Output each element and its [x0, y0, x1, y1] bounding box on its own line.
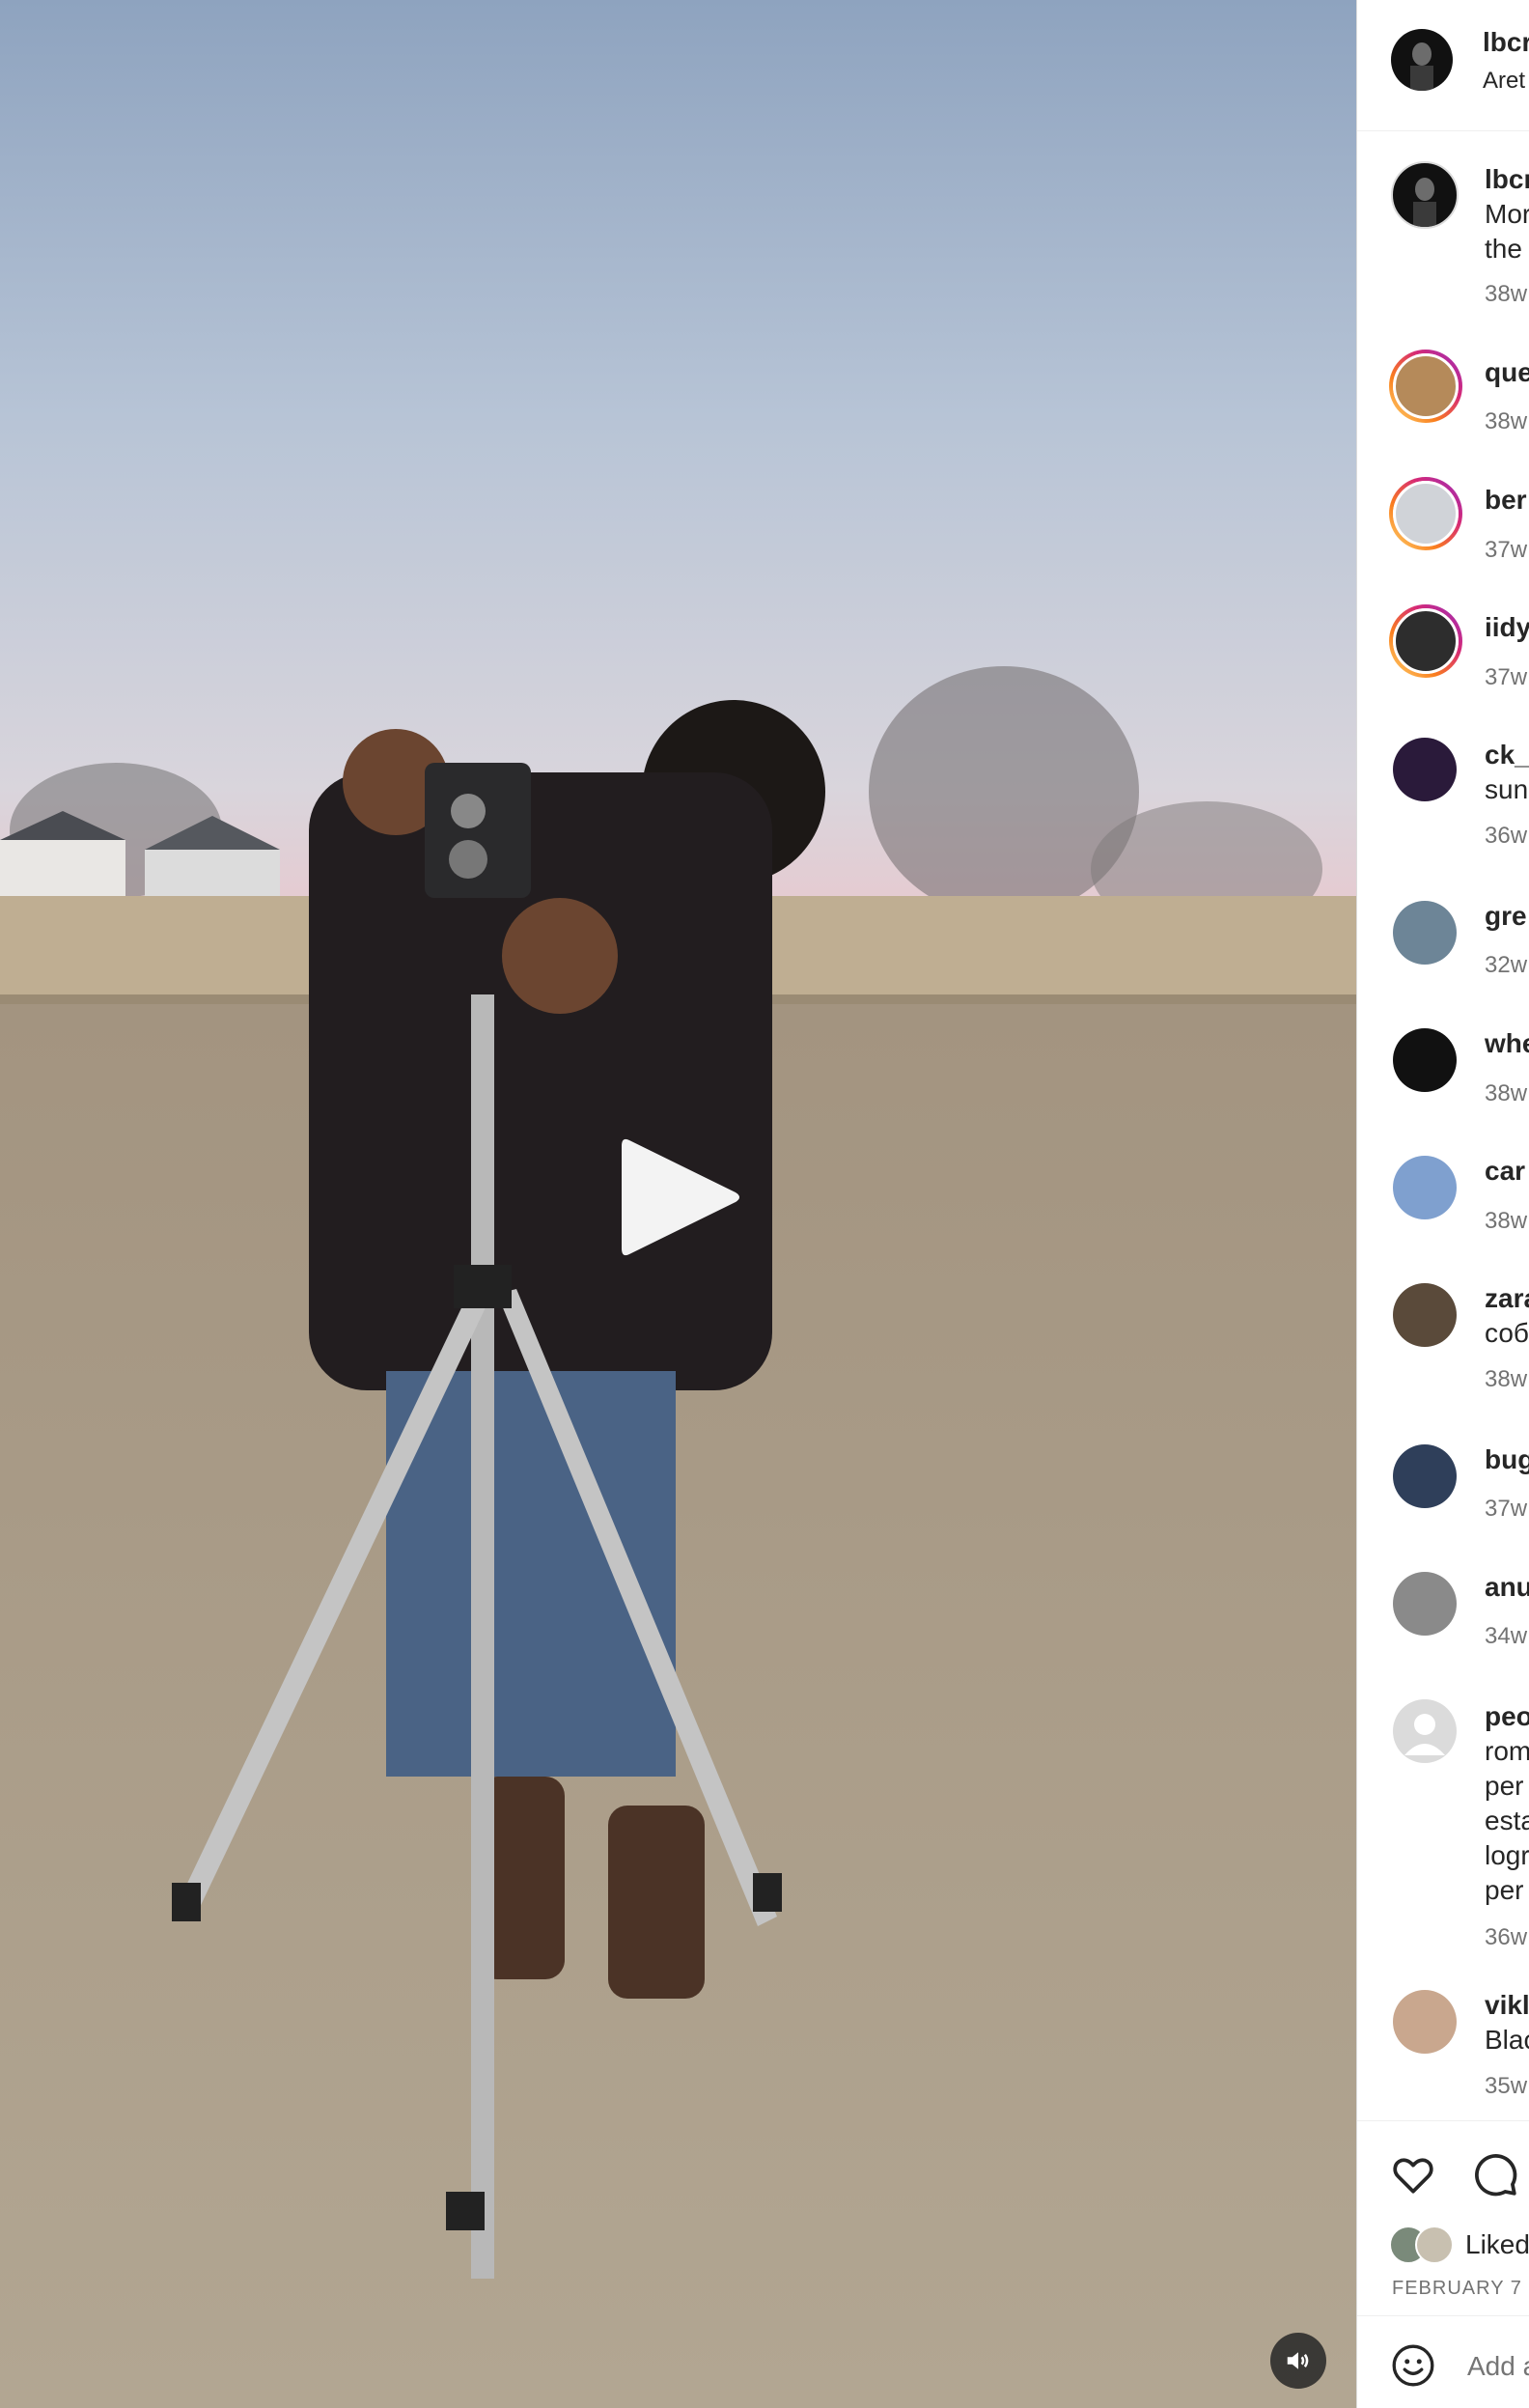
- comment-username[interactable]: ber: [1485, 485, 1527, 516]
- comment-timestamp: 36w: [1485, 823, 1528, 849]
- commenter-avatar[interactable]: [1389, 604, 1462, 678]
- comment-icon: [1475, 2154, 1517, 2197]
- comment-text-line: rom: [1485, 1736, 1529, 1766]
- comment-username[interactable]: anu: [1485, 1572, 1529, 1603]
- add-comment-bar: [1357, 2315, 1529, 2408]
- post-date[interactable]: FEBRUARY 7: [1392, 2278, 1522, 2300]
- comment-username[interactable]: zara: [1485, 1283, 1529, 1314]
- volume-icon: [1287, 2352, 1309, 2369]
- caption-text-line: the: [1485, 234, 1522, 264]
- emoji-button[interactable]: [1389, 2341, 1437, 2390]
- caption-text-line: Mor: [1485, 199, 1529, 229]
- default-avatar-icon: [1404, 1714, 1445, 1755]
- caption-avatar[interactable]: [1391, 161, 1459, 229]
- comment-text-line: esta: [1485, 1806, 1529, 1835]
- comment-username[interactable]: car: [1485, 1156, 1525, 1187]
- comment-username[interactable]: que: [1485, 357, 1529, 388]
- comment-text-line: соб: [1485, 1318, 1529, 1348]
- commenter-avatar[interactable]: [1389, 350, 1462, 423]
- post-header: lbcr Aret: [1357, 0, 1529, 131]
- comment-username[interactable]: whe: [1485, 1028, 1529, 1059]
- comment-username[interactable]: gre: [1485, 901, 1527, 932]
- commenter-avatar[interactable]: [1393, 1990, 1457, 2054]
- comment-timestamp: 38w: [1485, 1208, 1528, 1234]
- commenter-avatar[interactable]: [1393, 1028, 1457, 1092]
- heart-icon: [1393, 2158, 1433, 2194]
- post-actions: Liked FEBRUARY 7: [1357, 2120, 1529, 2314]
- comment-timestamp: 37w: [1485, 1496, 1528, 1522]
- play-button[interactable]: [618, 1134, 743, 1260]
- comment-input[interactable]: [1465, 2341, 1529, 2392]
- comment-timestamp: 35w: [1485, 2073, 1528, 2099]
- commenter-avatar[interactable]: [1389, 477, 1462, 550]
- commenter-avatar[interactable]: [1393, 901, 1457, 965]
- author-location[interactable]: Aret: [1483, 68, 1525, 95]
- commenter-avatar[interactable]: [1393, 1572, 1457, 1636]
- caption-timestamp: 38w: [1485, 281, 1528, 307]
- play-icon: [622, 1138, 739, 1256]
- author-username[interactable]: lbcr: [1483, 27, 1529, 58]
- comment-text-line: Blac: [1485, 2025, 1529, 2055]
- caption-username[interactable]: lbcr: [1485, 164, 1529, 195]
- liked-by-avatar[interactable]: [1415, 2226, 1454, 2264]
- comment-text-line: logr: [1485, 1840, 1529, 1870]
- commenter-avatar[interactable]: [1393, 1444, 1457, 1508]
- comment-text-line: per: [1485, 1875, 1524, 1905]
- author-avatar[interactable]: [1391, 29, 1453, 91]
- comment-timestamp: 38w: [1485, 1080, 1528, 1106]
- post-side-panel: lbcr Aret lbcr Mor the 38w que 38w ber 3…: [1356, 0, 1529, 2408]
- like-button[interactable]: [1389, 2150, 1437, 2198]
- comment-timestamp: 36w: [1485, 1924, 1528, 1950]
- commenter-avatar[interactable]: [1393, 1156, 1457, 1219]
- comment-username[interactable]: peo: [1485, 1701, 1529, 1732]
- comment-timestamp: 32w: [1485, 952, 1528, 978]
- liked-by-text[interactable]: Liked: [1465, 2229, 1529, 2260]
- comment-username[interactable]: bug: [1485, 1444, 1529, 1475]
- emoji-icon: [1392, 2344, 1434, 2387]
- comment-timestamp: 38w: [1485, 1366, 1528, 1392]
- comment-username[interactable]: ck_: [1485, 740, 1529, 770]
- commenter-avatar[interactable]: [1393, 1699, 1457, 1763]
- commenter-avatar[interactable]: [1393, 1283, 1457, 1347]
- commenter-avatar[interactable]: [1393, 738, 1457, 801]
- comment-timestamp: 37w: [1485, 664, 1528, 690]
- comment-button[interactable]: [1471, 2150, 1519, 2198]
- comment-username[interactable]: vikl: [1485, 1990, 1529, 2021]
- comment-timestamp: 38w: [1485, 408, 1528, 434]
- comment-text-line: per: [1485, 1771, 1524, 1801]
- comment-text-line: sun: [1485, 774, 1529, 804]
- video-player[interactable]: [0, 0, 1356, 2408]
- mute-button[interactable]: [1270, 2333, 1326, 2389]
- comment-username[interactable]: iidy: [1485, 612, 1529, 643]
- comment-timestamp: 34w: [1485, 1623, 1528, 1649]
- comment-timestamp: 37w: [1485, 537, 1528, 563]
- comments-list[interactable]: lbcr Mor the 38w que 38w ber 37w iidy 37…: [1357, 131, 1529, 2120]
